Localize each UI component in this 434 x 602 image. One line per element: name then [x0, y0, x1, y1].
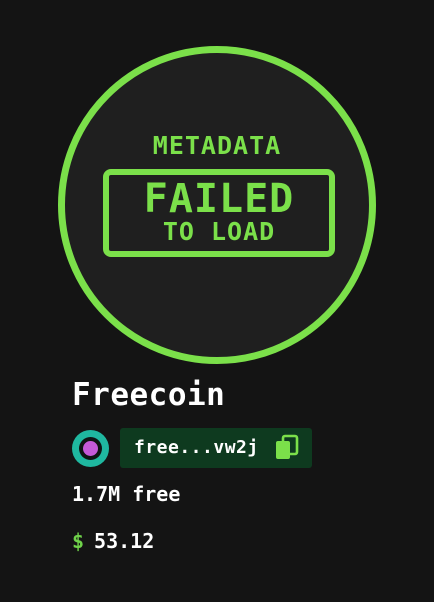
badge-metadata-label: METADATA [152, 131, 282, 160]
token-price: $53.12 [72, 529, 154, 553]
badge-failed-label: FAILED [143, 176, 295, 222]
metadata-failed-badge: METADATA FAILED TO LOAD [58, 46, 376, 364]
badge-failed-box: FAILED TO LOAD [103, 169, 335, 257]
price-value: 53.12 [94, 529, 155, 553]
token-logo-icon [72, 430, 109, 467]
token-address: free...vw2j [134, 437, 259, 458]
token-name: Freecoin [72, 377, 226, 413]
copy-icon[interactable] [274, 434, 300, 462]
token-supply: 1.7M free [72, 482, 181, 506]
address-chip[interactable]: free...vw2j [120, 428, 312, 468]
badge-to-load-label: TO LOAD [162, 217, 276, 246]
currency-symbol: $ [72, 529, 85, 553]
